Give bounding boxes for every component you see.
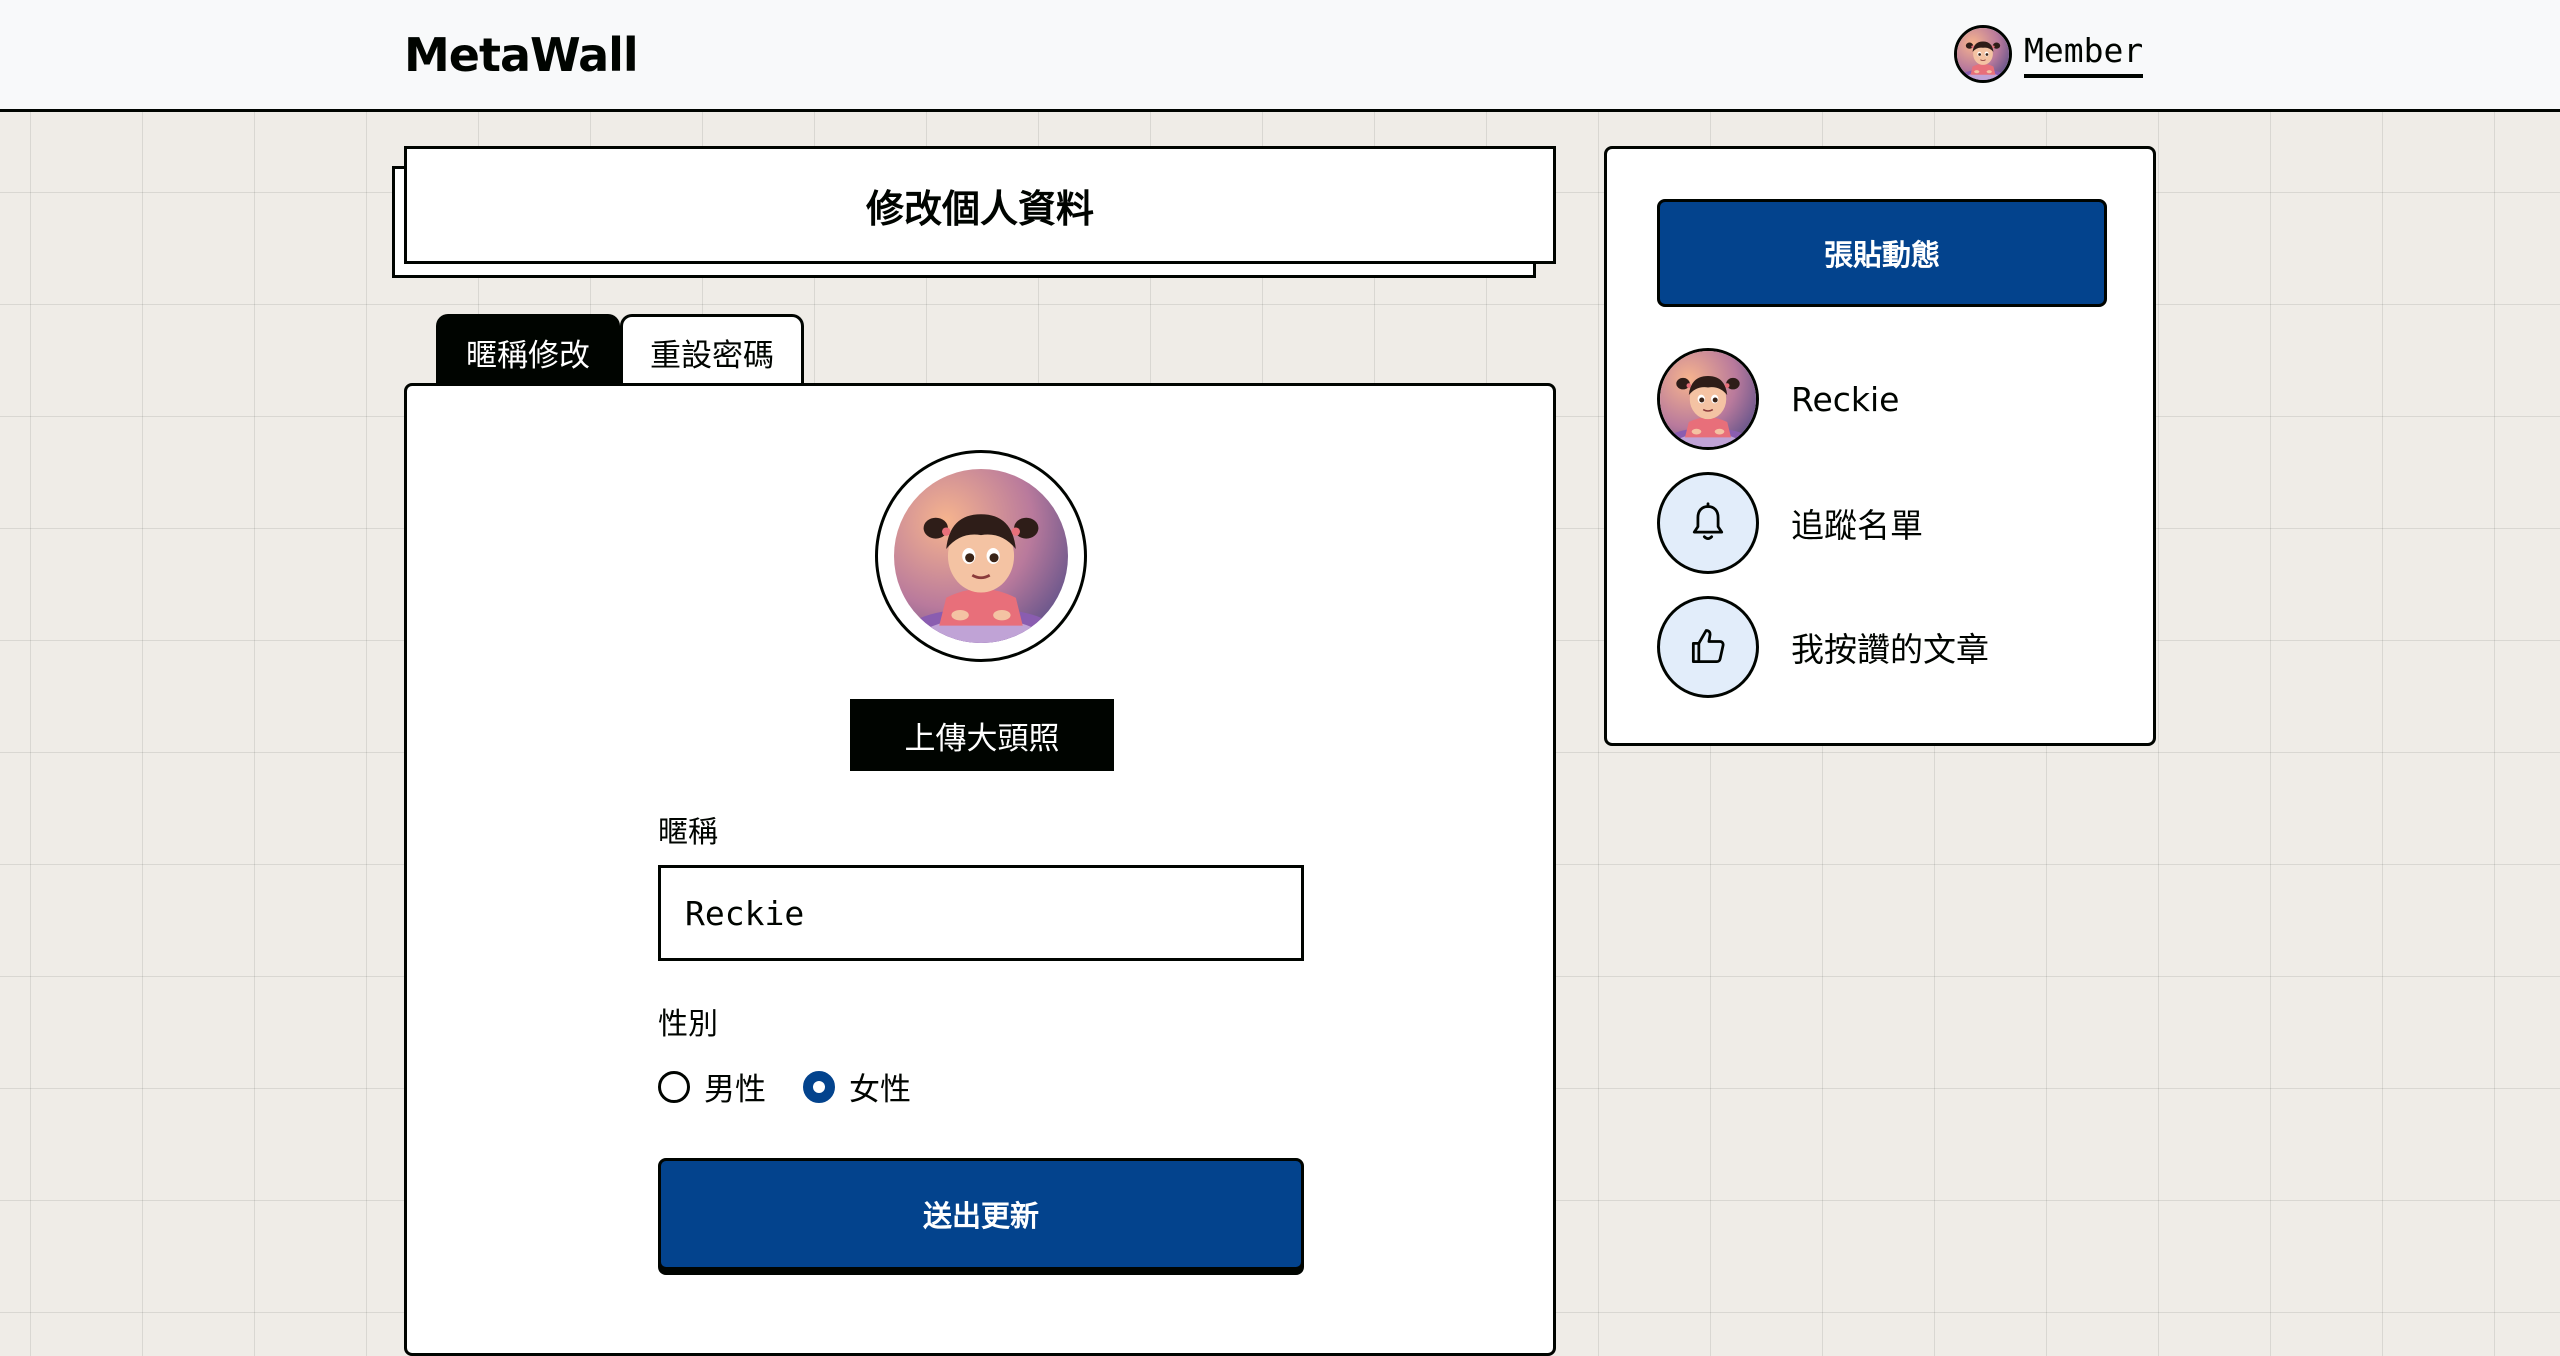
tab-nickname[interactable]: 暱稱修改 (436, 314, 620, 388)
radio-male[interactable] (658, 1070, 690, 1103)
gender-option-female[interactable]: 女性 (803, 1064, 911, 1109)
bell-icon (1657, 472, 1759, 574)
sidebar-item-profile[interactable]: Reckie (1657, 347, 1899, 451)
member-menu[interactable]: Member (1954, 24, 2144, 84)
sidebar-item-label: 追蹤名單 (1791, 506, 1923, 545)
sidebar-item-liked-posts[interactable]: 我按讚的文章 (1657, 595, 1989, 699)
sidebar-item-label: Reckie (1791, 379, 1900, 419)
member-avatar[interactable] (1954, 25, 2012, 83)
nickname-input[interactable] (658, 865, 1304, 961)
sidebar-avatar (1657, 348, 1759, 450)
gender-label: 性別 (658, 1007, 718, 1042)
sidebar-item-label: 我按讚的文章 (1791, 630, 1989, 669)
member-link[interactable]: Member (2024, 31, 2144, 78)
gender-female-label: 女性 (849, 1072, 911, 1108)
radio-female[interactable] (803, 1070, 835, 1103)
app-logo[interactable]: MetaWall (404, 28, 639, 82)
profile-avatar-image (894, 469, 1068, 643)
nickname-label: 暱稱 (658, 815, 718, 850)
sidebar: 張貼動態 Reckie 追蹤名單 我按讚的文章 (1604, 146, 2156, 746)
thumbs-up-icon (1657, 596, 1759, 698)
tab-reset-password[interactable]: 重設密碼 (620, 314, 804, 388)
gender-male-label: 男性 (704, 1072, 766, 1108)
post-status-button[interactable]: 張貼動態 (1657, 199, 2107, 307)
page-title: 修改個人資料 (404, 146, 1556, 264)
top-navbar: MetaWall Member (0, 0, 2560, 112)
submit-update-button[interactable]: 送出更新 (658, 1158, 1304, 1270)
profile-avatar (875, 450, 1087, 662)
sidebar-item-following[interactable]: 追蹤名單 (1657, 471, 1923, 575)
upload-avatar-button[interactable]: 上傳大頭照 (850, 699, 1114, 771)
profile-form-panel: 上傳大頭照 暱稱 性別 男性 女性 送出更新 (404, 383, 1556, 1356)
gender-option-male[interactable]: 男性 (658, 1064, 766, 1109)
